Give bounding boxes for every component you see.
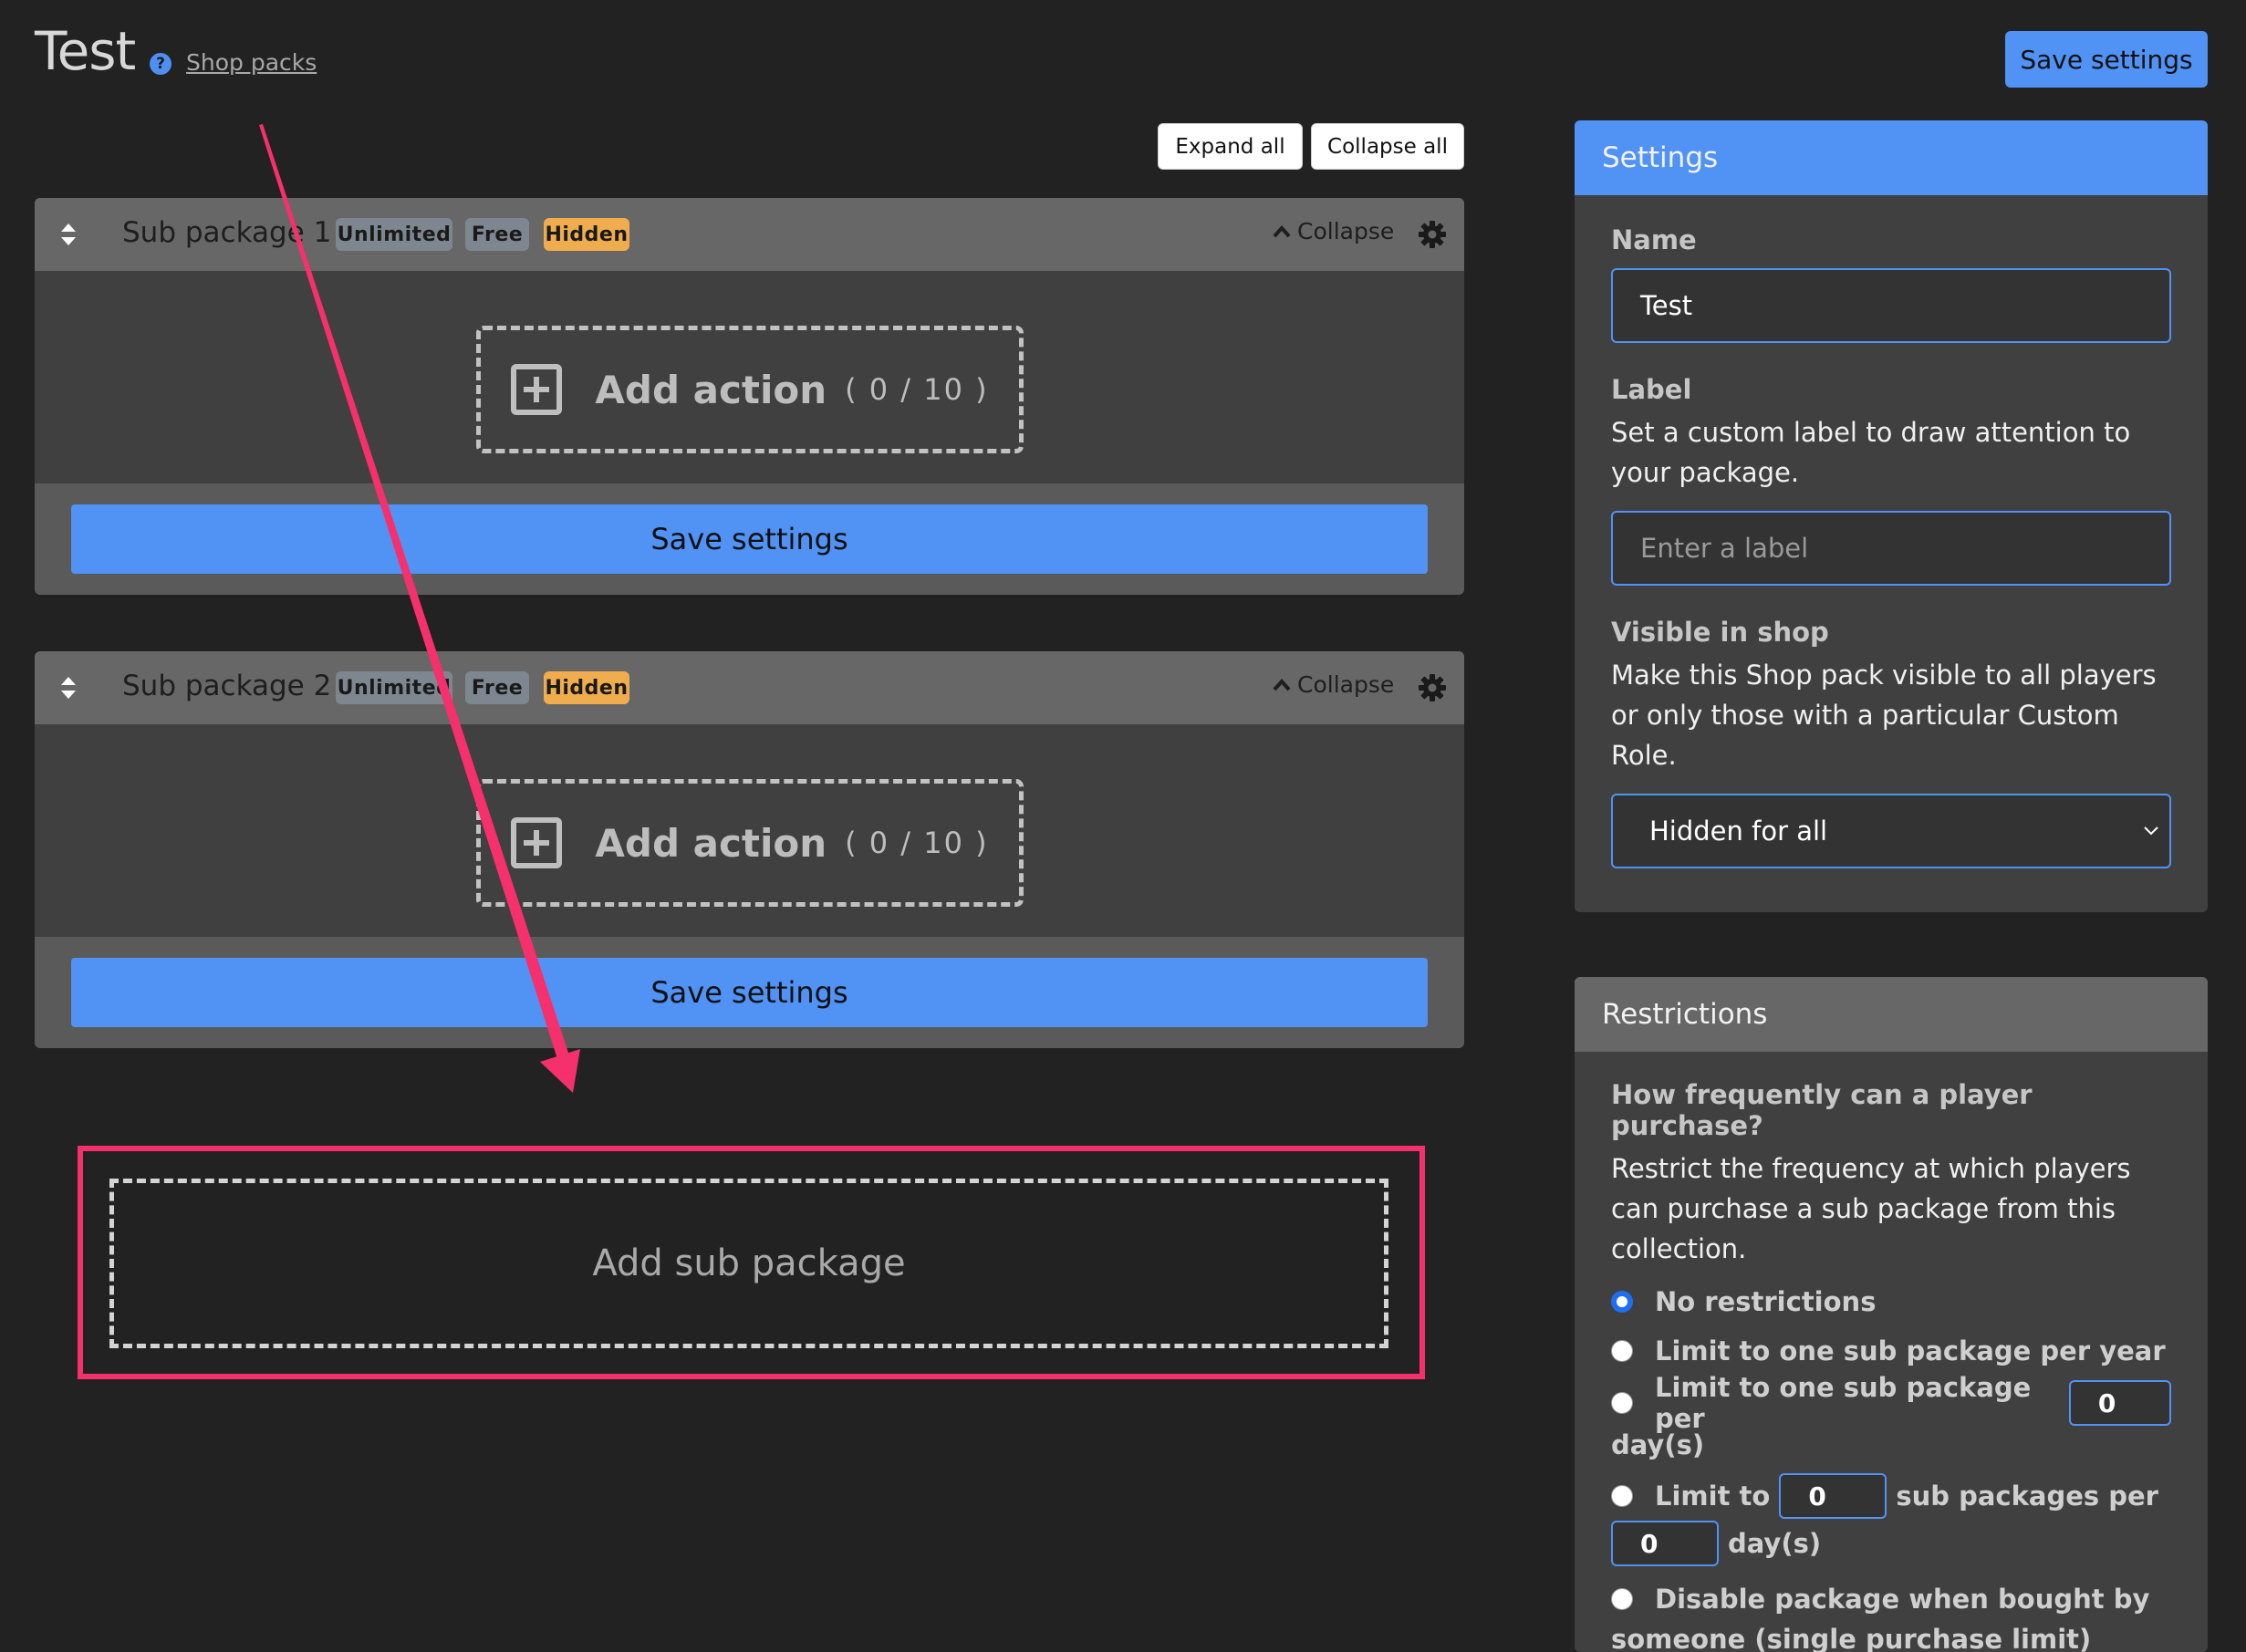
limit-days-input[interactable]: 0 <box>1611 1521 1719 1566</box>
save-settings-button[interactable]: Save settings <box>2005 31 2208 88</box>
sub-package-header: Sub package 1 Unlimited Free Hidden Coll… <box>35 198 1464 271</box>
gear-icon[interactable] <box>1418 673 1447 702</box>
expand-all-button[interactable]: Expand all <box>1158 123 1303 170</box>
hidden-badge: Hidden <box>544 671 629 704</box>
add-sub-package-button[interactable]: Add sub package <box>109 1179 1388 1348</box>
per-days-input[interactable]: 0 <box>2068 1380 2171 1426</box>
sub-package-title: Sub package 2 <box>122 670 332 702</box>
visibility-selected-value: Hidden for all <box>1649 816 1828 847</box>
sub-package-footer: Save settings <box>35 483 1464 595</box>
radio-button[interactable] <box>1611 1485 1633 1507</box>
sub-package-title: Sub package 1 <box>122 216 332 249</box>
radio-button[interactable] <box>1611 1340 1633 1362</box>
radio-button[interactable] <box>1611 1588 1633 1610</box>
settings-panel-title: Settings <box>1575 120 2208 195</box>
sort-handle-icon[interactable] <box>60 222 77 247</box>
radio-label: Disable package when bought by someone (… <box>1611 1584 2150 1652</box>
radio-option-per-days[interactable]: Limit to one sub package per 0 <box>1611 1372 2171 1434</box>
radio-button[interactable] <box>1611 1392 1633 1414</box>
add-action-button[interactable]: Add action ( 0 / 10 ) <box>476 326 1024 453</box>
radio-label: Limit to one sub package per year <box>1655 1335 2166 1366</box>
limit-days-suffix: day(s) <box>1728 1528 1822 1559</box>
sort-handle-icon[interactable] <box>60 675 77 701</box>
unlimited-badge: Unlimited <box>336 218 452 251</box>
add-action-count: ( 0 / 10 ) <box>845 826 989 860</box>
sub-package-body: Add action ( 0 / 10 ) <box>35 724 1464 937</box>
sub-package-card: Sub package 1 Unlimited Free Hidden Coll… <box>35 198 1464 595</box>
gear-icon[interactable] <box>1418 220 1447 249</box>
visibility-select[interactable]: Hidden for all <box>1611 794 2171 868</box>
add-action-count: ( 0 / 10 ) <box>845 372 989 407</box>
question-circle-icon[interactable]: ? <box>150 53 172 75</box>
add-action-button[interactable]: Add action ( 0 / 10 ) <box>476 779 1024 907</box>
limit-count-input[interactable]: 0 <box>1779 1473 1887 1519</box>
sub-package-header: Sub package 2 Unlimited Free Hidden Coll… <box>35 651 1464 724</box>
collapse-label: Collapse <box>1297 218 1395 244</box>
label-description: Set a custom label to draw attention to … <box>1611 417 2131 488</box>
plus-square-icon <box>511 364 563 415</box>
chevron-up-icon <box>1273 678 1291 691</box>
add-action-label: Add action <box>595 367 827 412</box>
free-badge: Free <box>465 218 529 251</box>
visible-in-shop-description: Make this Shop pack visible to all playe… <box>1611 660 2157 771</box>
collapse-button[interactable]: Collapse <box>1272 218 1394 244</box>
collapse-button[interactable]: Collapse <box>1272 671 1394 698</box>
collapse-all-button[interactable]: Collapse all <box>1311 123 1464 170</box>
visible-in-shop-label: Visible in shop <box>1611 617 1829 648</box>
hidden-badge: Hidden <box>544 218 629 251</box>
plus-square-icon <box>511 817 563 868</box>
radio-label-middle: sub packages per <box>1896 1481 2158 1512</box>
save-settings-button[interactable]: Save settings <box>71 958 1428 1027</box>
sub-package-body: Add action ( 0 / 10 ) <box>35 271 1464 483</box>
unlimited-badge: Unlimited <box>336 671 452 704</box>
chevron-up-icon <box>1273 224 1291 237</box>
label-input[interactable]: Enter a label <box>1611 511 2171 586</box>
collapse-label: Collapse <box>1297 671 1395 698</box>
shop-packs-link[interactable]: Shop packs <box>186 49 317 76</box>
add-action-label: Add action <box>595 820 827 866</box>
sub-package-footer: Save settings <box>35 937 1464 1048</box>
radio-label: Limit to <box>1655 1481 1771 1512</box>
radio-label: Limit to one sub package per <box>1655 1372 2032 1434</box>
frequency-description: Restrict the frequency at which players … <box>1611 1153 2131 1264</box>
per-days-suffix: day(s) <box>1611 1429 1705 1460</box>
radio-option-per-year[interactable]: Limit to one sub package per year <box>1611 1333 2171 1369</box>
save-settings-button[interactable]: Save settings <box>71 504 1428 574</box>
sub-package-card: Sub package 2 Unlimited Free Hidden Coll… <box>35 651 1464 1048</box>
radio-option-no-restrictions[interactable]: No restrictions <box>1611 1283 2171 1320</box>
radio-button[interactable] <box>1611 1291 1633 1313</box>
radio-option-single-purchase[interactable]: Disable package when bought by someone (… <box>1611 1579 2171 1652</box>
frequency-question: How frequently can a player purchase? <box>1611 1079 2033 1141</box>
radio-label: No restrictions <box>1655 1286 1877 1317</box>
name-input[interactable]: Test <box>1611 268 2171 343</box>
settings-panel: Settings Name Test Label Set a custom la… <box>1575 120 2208 912</box>
restrictions-panel-title: Restrictions <box>1575 977 2208 1052</box>
chevron-down-icon <box>2144 826 2158 836</box>
name-label: Name <box>1611 224 1697 255</box>
limit-days-row: 0 day(s) <box>1611 1521 2171 1566</box>
restrictions-panel: Restrictions How frequently can a player… <box>1575 977 2208 1652</box>
label-label: Label <box>1611 374 1692 405</box>
annotation-arrow-head <box>540 1049 580 1093</box>
radio-option-limit-to[interactable]: Limit to 0 sub packages per <box>1611 1473 2171 1519</box>
free-badge: Free <box>465 671 529 704</box>
page-title: Test <box>35 20 136 82</box>
